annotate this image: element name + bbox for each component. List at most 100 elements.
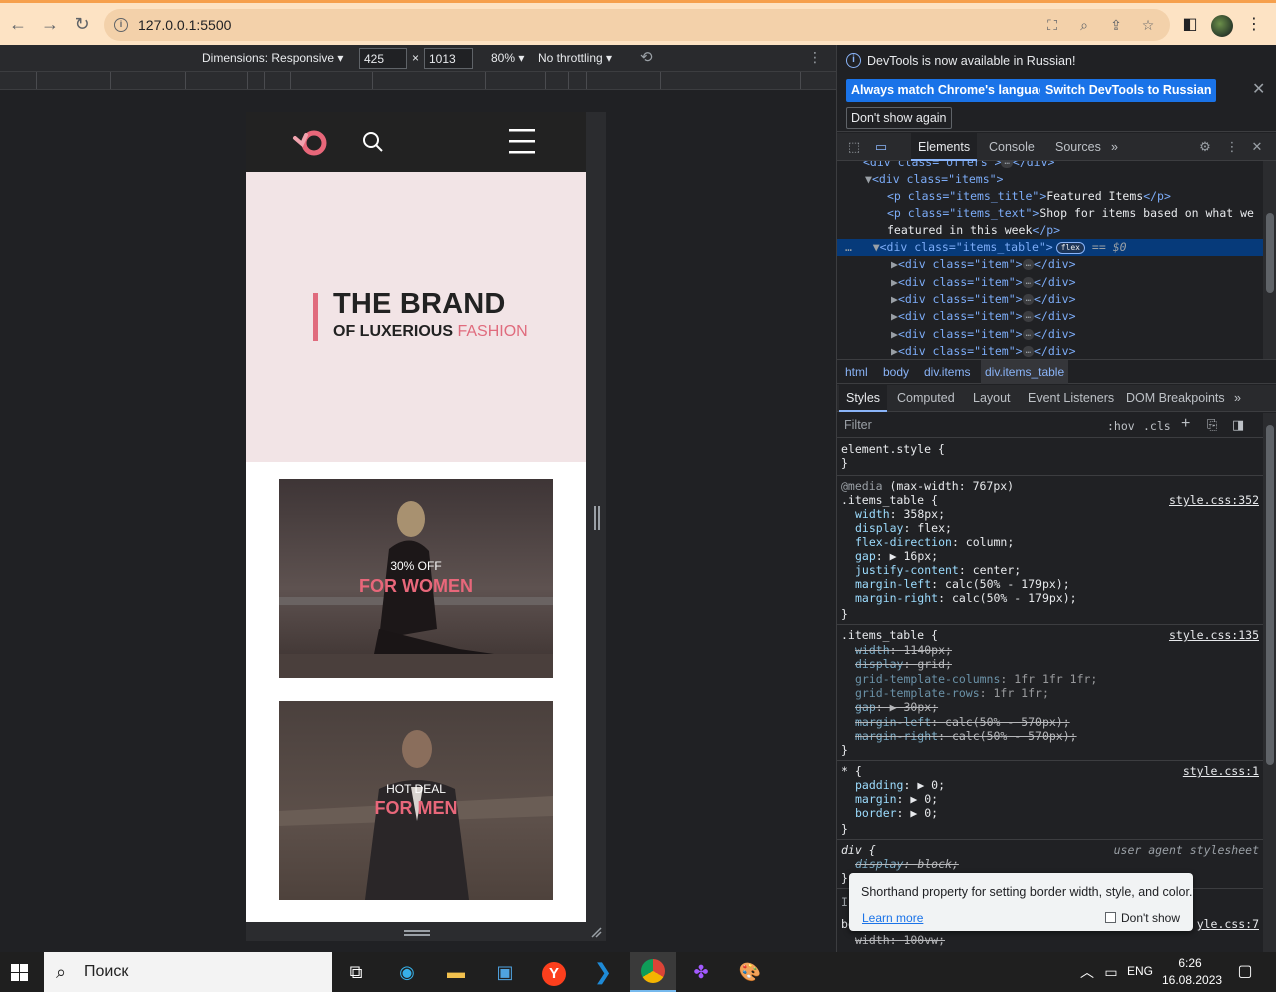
profile-avatar[interactable]	[1211, 15, 1233, 37]
windows-start-icon[interactable]	[11, 964, 28, 981]
resize-handle-corner[interactable]	[590, 926, 602, 938]
chrome-icon[interactable]	[630, 952, 676, 992]
breadcrumb-html[interactable]: html	[841, 360, 872, 384]
notifications-icon[interactable]: ▢	[1230, 957, 1260, 987]
rule2-declaration[interactable]: margin-right: calc(50% - 570px);	[841, 729, 1077, 743]
tab-console[interactable]: Console	[982, 133, 1042, 161]
tab-event-listeners[interactable]: Event Listeners	[1021, 385, 1121, 412]
breadcrumb-div-items-table[interactable]: div.items_table	[981, 360, 1069, 384]
dom-node-items-text[interactable]: <p class="items_text">Shop for items bas…	[837, 205, 1263, 222]
reload-icon[interactable]: ↻	[71, 13, 93, 35]
dimensions-dropdown[interactable]: Dimensions: Responsive ▾	[202, 51, 343, 65]
zoom-icon[interactable]: ⌕	[1076, 17, 1092, 33]
tab-layout[interactable]: Layout	[966, 385, 1018, 412]
tab-sources[interactable]: Sources	[1048, 133, 1108, 161]
rule3-declaration[interactable]: margin: ▶ 0;	[841, 792, 938, 806]
dom-node-item[interactable]: ▶<div class="item">… </div>	[837, 256, 1263, 273]
resize-handle-bottom[interactable]	[404, 930, 430, 936]
flex-badge[interactable]: flex	[1055, 241, 1085, 254]
close-devtools-icon[interactable]: ✕	[1249, 139, 1265, 155]
dom-node-item[interactable]: ▶<div class="item">… </div>	[837, 308, 1263, 325]
search-icon[interactable]	[362, 131, 384, 153]
rule1-declaration[interactable]: width: 358px;	[841, 507, 945, 521]
dom-node-items-title[interactable]: <p class="items_title">Featured Items</p…	[837, 188, 1263, 205]
vscode-icon[interactable]: ❯	[588, 957, 618, 987]
always-match-language-button[interactable]: Always match Chrome's language	[846, 79, 1059, 102]
offer-card-women[interactable]: 30% OFF FOR WOMEN	[279, 479, 553, 678]
rule3-declaration[interactable]: border: ▶ 0;	[841, 806, 938, 820]
rule2-declaration[interactable]: gap: ▶ 30px;	[841, 700, 938, 714]
tab-computed[interactable]: Computed	[890, 385, 962, 412]
offer-card-men[interactable]: HOT DEAL FOR MEN	[279, 701, 553, 900]
width-input[interactable]	[359, 48, 407, 69]
more-options-icon[interactable]: ⋮	[808, 49, 822, 66]
hov-toggle[interactable]: :hov	[1107, 419, 1135, 433]
site-info-icon[interactable]: i	[114, 18, 128, 32]
dont-show-again-button[interactable]: Don't show again	[846, 107, 952, 129]
dom-scrollbar[interactable]	[1263, 161, 1276, 359]
styles-scrollbar[interactable]	[1263, 413, 1276, 952]
rule4-selector[interactable]: div {	[841, 843, 876, 857]
rule3-source-link[interactable]: style.css:1	[1183, 764, 1259, 778]
store-icon[interactable]: ▣	[490, 957, 520, 987]
throttling-dropdown[interactable]: No throttling ▾	[538, 51, 612, 65]
yandex-browser-icon[interactable]: Y	[539, 957, 569, 987]
tab-styles[interactable]: Styles	[839, 385, 888, 412]
rule2-declaration[interactable]: margin-left: calc(50% - 570px);	[841, 715, 1070, 729]
rule1-declaration[interactable]: display: flex;	[841, 521, 952, 535]
dom-node-item[interactable]: ▶<div class="item">… </div>	[837, 291, 1263, 308]
edge-icon[interactable]: ◉	[392, 957, 422, 987]
rule1-selector[interactable]: .items_table {	[841, 493, 938, 507]
rule1-declaration[interactable]: flex-direction: column;	[841, 535, 1014, 549]
rule2-declaration[interactable]: grid-template-rows: 1fr 1fr;	[841, 686, 1049, 700]
switch-to-russian-button[interactable]: Switch DevTools to Russian	[1040, 79, 1217, 102]
rule1-declaration[interactable]: gap: ▶ 16px;	[841, 549, 938, 563]
dom-node-items-table-selected[interactable]: … ▼<div class="items_table"> flex == $0	[837, 239, 1263, 256]
dom-node-offers[interactable]: <div class="offers">… </div>	[837, 161, 1263, 171]
zoom-dropdown[interactable]: 80% ▾	[491, 51, 524, 65]
rotate-icon[interactable]: ⟲	[640, 48, 653, 66]
settings-gear-icon[interactable]: ⚙	[1197, 139, 1213, 155]
inspect-element-icon[interactable]: ⬚	[846, 139, 862, 155]
cls-toggle[interactable]: .cls	[1143, 419, 1171, 433]
more-tabs-icon[interactable]: »	[1104, 133, 1125, 161]
breadcrumb-div-items[interactable]: div.items	[920, 360, 974, 384]
arrow-left-icon[interactable]: ←	[7, 13, 29, 35]
hamburger-menu-icon[interactable]	[508, 127, 536, 157]
rule3-declaration[interactable]: padding: ▶ 0;	[841, 778, 945, 792]
sidebar-icon[interactable]: ◧	[1180, 15, 1200, 35]
menu-kebab-icon[interactable]: ⋮	[1244, 15, 1264, 35]
more-style-tabs-icon[interactable]: »	[1227, 385, 1248, 412]
rule1-declaration[interactable]: margin-left: calc(50% - 179px);	[841, 577, 1070, 591]
language-indicator[interactable]: ENG	[1127, 964, 1153, 978]
resize-handle-right[interactable]	[594, 506, 600, 530]
breadcrumb-body[interactable]: body	[879, 360, 913, 384]
rule2-selector[interactable]: .items_table {	[841, 628, 938, 642]
new-rule-plus-icon[interactable]: +	[1181, 415, 1190, 433]
dont-show-checkbox[interactable]: Don't show	[1105, 911, 1180, 925]
element-style-rule[interactable]: element.style {	[841, 442, 945, 456]
dom-node-item[interactable]: ▶<div class="item">… </div>	[837, 274, 1263, 291]
rule2-source-link[interactable]: style.css:135	[1169, 628, 1259, 642]
figma-icon[interactable]: ✤	[686, 957, 716, 987]
rule2-declaration[interactable]: width: 1140px;	[841, 643, 952, 657]
rule3-selector[interactable]: * {	[841, 764, 862, 778]
learn-more-link[interactable]: Learn more	[862, 911, 923, 925]
arrow-right-icon[interactable]: →	[39, 13, 61, 35]
rule1-source-link[interactable]: style.css:352	[1169, 493, 1259, 507]
dom-node-item[interactable]: ▶<div class="item">… </div>	[837, 343, 1263, 359]
rule1-declaration[interactable]: justify-content: center;	[841, 563, 1021, 577]
rule2-declaration[interactable]: grid-template-columns: 1fr 1fr 1fr;	[841, 672, 1097, 686]
brand-logo-icon[interactable]	[292, 124, 330, 158]
tab-dom-breakpoints[interactable]: DOM Breakpoints	[1119, 385, 1232, 412]
customize-kebab-icon[interactable]: ⋮	[1224, 139, 1240, 155]
share-icon[interactable]: ⇪	[1108, 17, 1124, 33]
network-icon[interactable]: ▭	[1096, 957, 1126, 987]
taskbar-search-input[interactable]: ⌕ Поиск	[44, 952, 332, 992]
address-bar[interactable]: i 127.0.0.1:5500 ⛶ ⌕ ⇪ ☆	[104, 9, 1170, 41]
media-query-ruler[interactable]	[0, 72, 836, 90]
dom-node-item[interactable]: ▶<div class="item">… </div>	[837, 326, 1263, 343]
file-explorer-icon[interactable]: ▬	[441, 957, 471, 987]
paint-brush-icon[interactable]: ⎘	[1207, 417, 1217, 433]
filter-input[interactable]: Filter	[844, 418, 872, 432]
